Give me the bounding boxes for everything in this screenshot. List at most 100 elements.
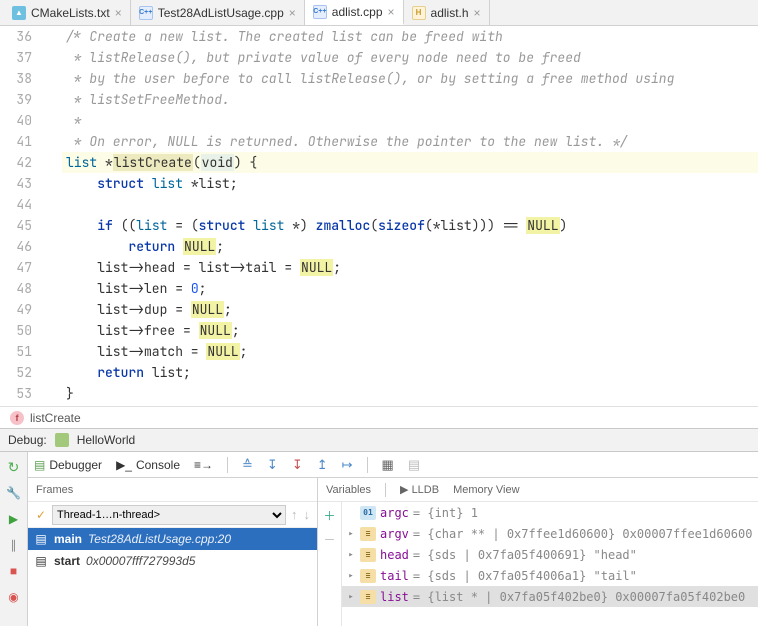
function-icon: f [10, 411, 24, 425]
threads-button[interactable]: ≡→ [194, 458, 213, 472]
debug-panel: ↻ 🔧 ▶ ∥ ■ ◉ ▤ Debugger ▶_ Console ≡→ ≙ ↧… [0, 452, 758, 626]
step-over-button[interactable]: ↧ [267, 457, 278, 473]
debug-label: Debug: [8, 433, 47, 447]
code-line[interactable]: } [62, 383, 758, 404]
header-icon: H [412, 6, 426, 20]
code-line[interactable]: list *listCreate(void) { [62, 152, 758, 173]
close-icon[interactable]: × [115, 6, 122, 20]
tab-adlist-cpp[interactable]: C++ adlist.cpp × [305, 0, 404, 25]
editor-tabbar: ▲ CMakeLists.txt × C++ Test28AdListUsage… [0, 0, 758, 26]
code-line[interactable]: list->len = 0; [62, 278, 758, 299]
type-chip-icon: ≡ [360, 590, 376, 604]
tab-cmake[interactable]: ▲ CMakeLists.txt × [4, 0, 131, 25]
expand-icon[interactable]: ▸ [346, 571, 356, 581]
code-line[interactable]: list->free = NULL; [62, 320, 758, 341]
cpp-icon: C++ [313, 5, 327, 19]
close-icon[interactable]: × [388, 5, 395, 19]
frame-item[interactable]: ▤start 0x00007fff727993d5 [28, 550, 317, 572]
code-line[interactable]: * listRelease(), but private value of ev… [62, 47, 758, 68]
variables-tree[interactable]: 01argc = {int} 1▸≡argv = {char ** | 0x7f… [342, 502, 758, 626]
stack-icon: ▤ [34, 532, 48, 546]
add-watch-button[interactable]: ＋ [321, 506, 339, 524]
run-config-icon [55, 433, 69, 447]
line-gutter: 363738394041424344454647484950515253 [0, 26, 40, 406]
tab-label: adlist.h [431, 6, 469, 20]
console-tab[interactable]: ▶_ Console [116, 458, 180, 472]
variables-header: Variables ▶ LLDB Memory View [318, 478, 758, 502]
close-icon[interactable]: × [474, 6, 481, 20]
code-line[interactable]: * by the user before to call listRelease… [62, 68, 758, 89]
variable-row[interactable]: 01argc = {int} 1 [342, 502, 758, 523]
expand-icon[interactable]: ▸ [346, 550, 356, 560]
variables-panel: Variables ▶ LLDB Memory View ＋ － 01argc … [318, 478, 758, 626]
code-line[interactable]: list->match = NULL; [62, 341, 758, 362]
fold-gutter [40, 26, 62, 406]
cmake-icon: ▲ [12, 6, 26, 20]
debugger-tab[interactable]: ▤ Debugger [34, 458, 102, 472]
breadcrumb-label: listCreate [30, 411, 81, 425]
expand-icon[interactable]: ▸ [346, 529, 356, 539]
code-line[interactable]: list->dup = NULL; [62, 299, 758, 320]
variable-row[interactable]: ▸≡tail = {sds | 0x7fa05f4006a1} "tail" [342, 565, 758, 586]
debug-config-name[interactable]: HelloWorld [77, 433, 135, 447]
breakpoints-button[interactable]: ◉ [5, 588, 23, 606]
stop-button[interactable]: ■ [5, 562, 23, 580]
tab-test28[interactable]: C++ Test28AdListUsage.cpp × [131, 0, 305, 25]
stack-icon: ▤ [34, 554, 48, 568]
tab-label: adlist.cpp [332, 5, 383, 19]
code-line[interactable]: return NULL; [62, 236, 758, 257]
thread-selector[interactable]: Thread-1…n-thread> [52, 505, 286, 525]
debug-toolwindow-header: Debug: HelloWorld [0, 428, 758, 452]
settings-button[interactable]: 🔧 [5, 484, 23, 502]
evaluate-button[interactable]: ▦ [382, 457, 394, 473]
show-exec-point-button[interactable]: ≙ [242, 457, 253, 473]
type-chip-icon: 01 [360, 506, 376, 520]
vars-toolbar: ＋ － [318, 502, 342, 626]
expand-icon[interactable]: ▸ [346, 592, 356, 602]
run-to-cursor-button[interactable]: ↦ [342, 457, 353, 473]
code-area[interactable]: /* Create a new list. The created list c… [62, 26, 758, 406]
resume-button[interactable]: ▶ [5, 510, 23, 528]
frame-item[interactable]: ▤main Test28AdListUsage.cpp:20 [28, 528, 317, 550]
tab-label: Test28AdListUsage.cpp [158, 6, 284, 20]
code-line[interactable]: return list; [62, 362, 758, 383]
close-icon[interactable]: × [289, 6, 296, 20]
code-editor[interactable]: 363738394041424344454647484950515253 /* … [0, 26, 758, 406]
code-line[interactable]: /* Create a new list. The created list c… [62, 26, 758, 47]
cpp-icon: C++ [139, 6, 153, 20]
code-line[interactable]: * listSetFreeMethod. [62, 89, 758, 110]
code-line[interactable]: if ((list = (struct list *) zmalloc(size… [62, 215, 758, 236]
type-chip-icon: ≡ [360, 527, 376, 541]
debug-main: ▤ Debugger ▶_ Console ≡→ ≙ ↧ ↧ ↥ ↦ ▦ ▤ F… [28, 452, 758, 626]
type-chip-icon: ≡ [360, 569, 376, 583]
memory-view-tab[interactable]: Memory View [453, 484, 519, 496]
frame-down-button[interactable]: ↓ [303, 507, 312, 522]
frame-up-button[interactable]: ↑ [290, 507, 299, 522]
tab-adlist-h[interactable]: H adlist.h × [404, 0, 490, 25]
variable-row[interactable]: ▸≡head = {sds | 0x7fa05f400691} "head" [342, 544, 758, 565]
variable-row[interactable]: ▸≡argv = {char ** | 0x7ffee1d60600} 0x00… [342, 523, 758, 544]
lldb-tab[interactable]: LLDB [412, 484, 440, 496]
variables-title: Variables [326, 484, 371, 496]
frames-title: Frames [28, 478, 317, 502]
code-line[interactable]: list->head = list->tail = NULL; [62, 257, 758, 278]
code-line[interactable] [62, 194, 758, 215]
rerun-button[interactable]: ↻ [5, 458, 23, 476]
check-icon: ✓ [34, 508, 48, 522]
breadcrumb: f listCreate [0, 406, 758, 428]
code-line[interactable]: * On error, NULL is returned. Otherwise … [62, 131, 758, 152]
type-chip-icon: ≡ [360, 548, 376, 562]
pause-button[interactable]: ∥ [5, 536, 23, 554]
debug-left-toolbar: ↻ 🔧 ▶ ∥ ■ ◉ [0, 452, 28, 626]
frames-panel: Frames ✓ Thread-1…n-thread> ↑ ↓ ▤main Te… [28, 478, 318, 626]
remove-watch-button[interactable]: － [321, 530, 339, 548]
thread-selector-row: ✓ Thread-1…n-thread> ↑ ↓ [28, 502, 317, 528]
code-line[interactable]: * [62, 110, 758, 131]
mute-bp-button[interactable]: ▤ [408, 457, 420, 473]
code-line[interactable]: struct list *list; [62, 173, 758, 194]
debug-tabs: ▤ Debugger ▶_ Console ≡→ ≙ ↧ ↧ ↥ ↦ ▦ ▤ [28, 452, 758, 478]
step-into-button[interactable]: ↧ [292, 457, 303, 473]
variable-row[interactable]: ▸≡list = {list * | 0x7fa05f402be0} 0x000… [342, 586, 758, 607]
step-out-button[interactable]: ↥ [317, 457, 328, 473]
tab-label: CMakeLists.txt [31, 6, 110, 20]
